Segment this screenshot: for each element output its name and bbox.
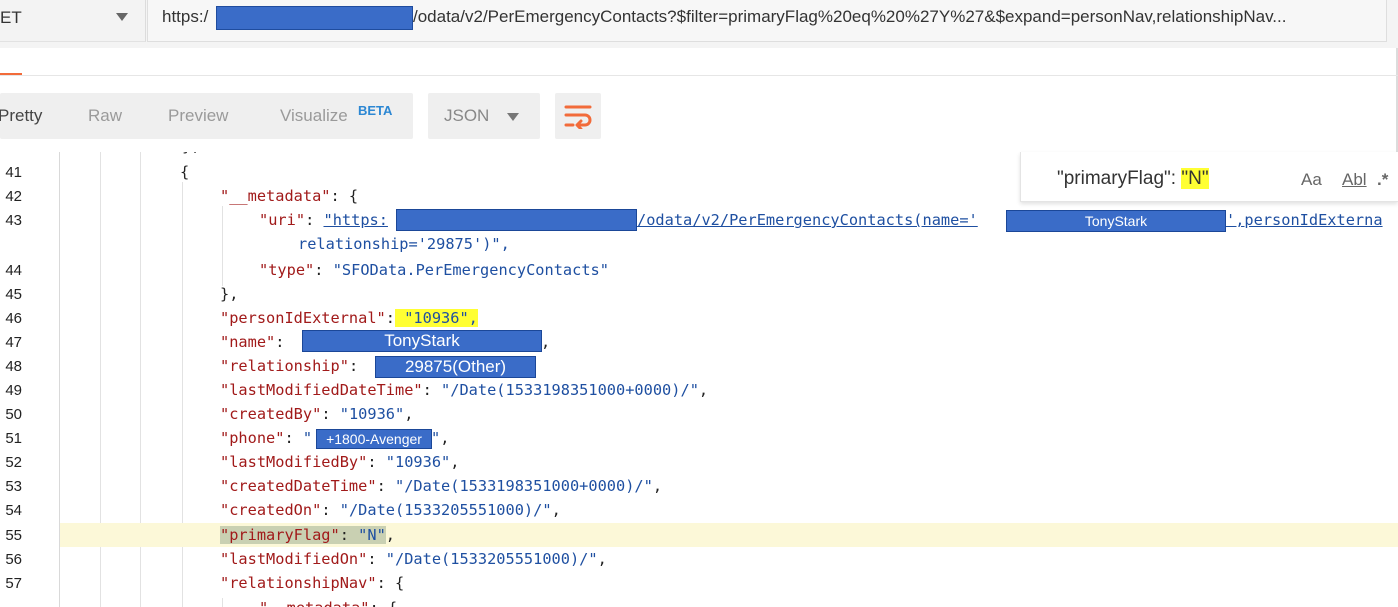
line-number: 47 [5, 334, 22, 351]
code-line: 44 "type": "SFOData.PerEmergencyContacts… [0, 258, 1398, 282]
line-number: 57 [5, 575, 22, 592]
line-number: 46 [5, 310, 22, 327]
line-number: 42 [5, 188, 22, 205]
whole-word-toggle[interactable]: Abl [1342, 170, 1367, 190]
code-line: 56 "lastModifiedOn": "/Date(153320555100… [0, 547, 1398, 571]
line-number: 53 [5, 478, 22, 495]
request-bar: ET https:/ /odata/v2/PerEmergencyContact… [0, 0, 1398, 48]
divider [0, 75, 1398, 76]
url-prefix: https:/ [162, 7, 209, 26]
code-line: "__metadata": { [0, 596, 1398, 607]
chevron-down-icon [116, 13, 128, 21]
code-line: 51 "phone": " +1800-Avenger ", [0, 426, 1398, 450]
line-number: 51 [5, 430, 22, 447]
code-line: 53 "createdDateTime": "/Date(15331983510… [0, 474, 1398, 498]
code-line-continuation: relationship='29875')", [298, 235, 510, 253]
line-number: 41 [5, 164, 22, 181]
tab-visualize[interactable]: Visualize [280, 106, 348, 126]
code-line: 47 "name": TonyStark , [0, 330, 1398, 354]
redaction-box: TonyStark [302, 330, 542, 352]
code-line: 54 "createdOn": "/Date(1533205551000)/", [0, 498, 1398, 522]
line-number: 52 [5, 454, 22, 471]
beta-badge: BETA [358, 103, 393, 118]
line-number: 54 [5, 502, 22, 519]
code-line: 49 "lastModifiedDateTime": "/Date(153319… [0, 378, 1398, 402]
regex-toggle[interactable]: .* [1377, 170, 1388, 190]
format-select[interactable]: JSON [428, 93, 540, 139]
method-label: ET [0, 8, 22, 27]
redaction-box: 29875(Other) [375, 356, 536, 378]
line-number: 44 [5, 262, 22, 279]
tab-raw[interactable]: Raw [88, 106, 122, 126]
url-input[interactable]: https:/ /odata/v2/PerEmergencyContacts?$… [147, 0, 1387, 42]
code-line: 45 }, [0, 282, 1398, 306]
line-number: 49 [5, 382, 22, 399]
redaction-box: TonyStark [1006, 210, 1226, 232]
format-label: JSON [444, 106, 490, 125]
code-line: 43 "uri": "https: /odata/v2/PerEmergency… [0, 208, 1398, 232]
code-line: 52 "lastModifiedBy": "10936", [0, 450, 1398, 474]
chevron-down-icon [507, 113, 519, 121]
match-case-toggle[interactable]: Aa [1301, 170, 1322, 190]
code-line: 46 "personIdExternal": "10936", [0, 306, 1398, 330]
redaction-box: +1800-Avenger [316, 429, 432, 449]
find-widget: "primaryFlag": "N" Aa Abl .* [1020, 152, 1398, 202]
line-number: 45 [5, 286, 22, 303]
url-path: /odata/v2/PerEmergencyContacts?$filter=p… [413, 7, 1287, 26]
redaction-box [396, 209, 637, 231]
redaction-box [216, 6, 413, 30]
wrap-lines-button[interactable] [555, 93, 601, 139]
code-line: 55 "primaryFlag": "N", [0, 523, 1398, 547]
code-line: 48 "relationship": 29875(Other) [0, 354, 1398, 378]
code-line: 50 "createdBy": "10936", [0, 402, 1398, 426]
line-number: 55 [5, 527, 22, 544]
tab-pretty[interactable]: Pretty [0, 106, 42, 126]
line-number: 50 [5, 406, 22, 423]
tab-preview[interactable]: Preview [168, 106, 228, 126]
response-body-editor[interactable]: }, 41 { 42 "__metadata": { 43 "uri": "ht… [0, 152, 1398, 607]
line-number: 56 [5, 551, 22, 568]
line-number: 43 [5, 212, 22, 229]
response-view-tabs: Pretty Raw Preview Visualize BETA [0, 93, 413, 139]
method-select[interactable]: ET [0, 0, 146, 42]
line-number: 48 [5, 358, 22, 375]
code-line: 57 "relationshipNav": { [0, 571, 1398, 595]
wrap-lines-icon [564, 105, 592, 129]
search-input[interactable]: "primaryFlag": "N" [1057, 168, 1209, 190]
